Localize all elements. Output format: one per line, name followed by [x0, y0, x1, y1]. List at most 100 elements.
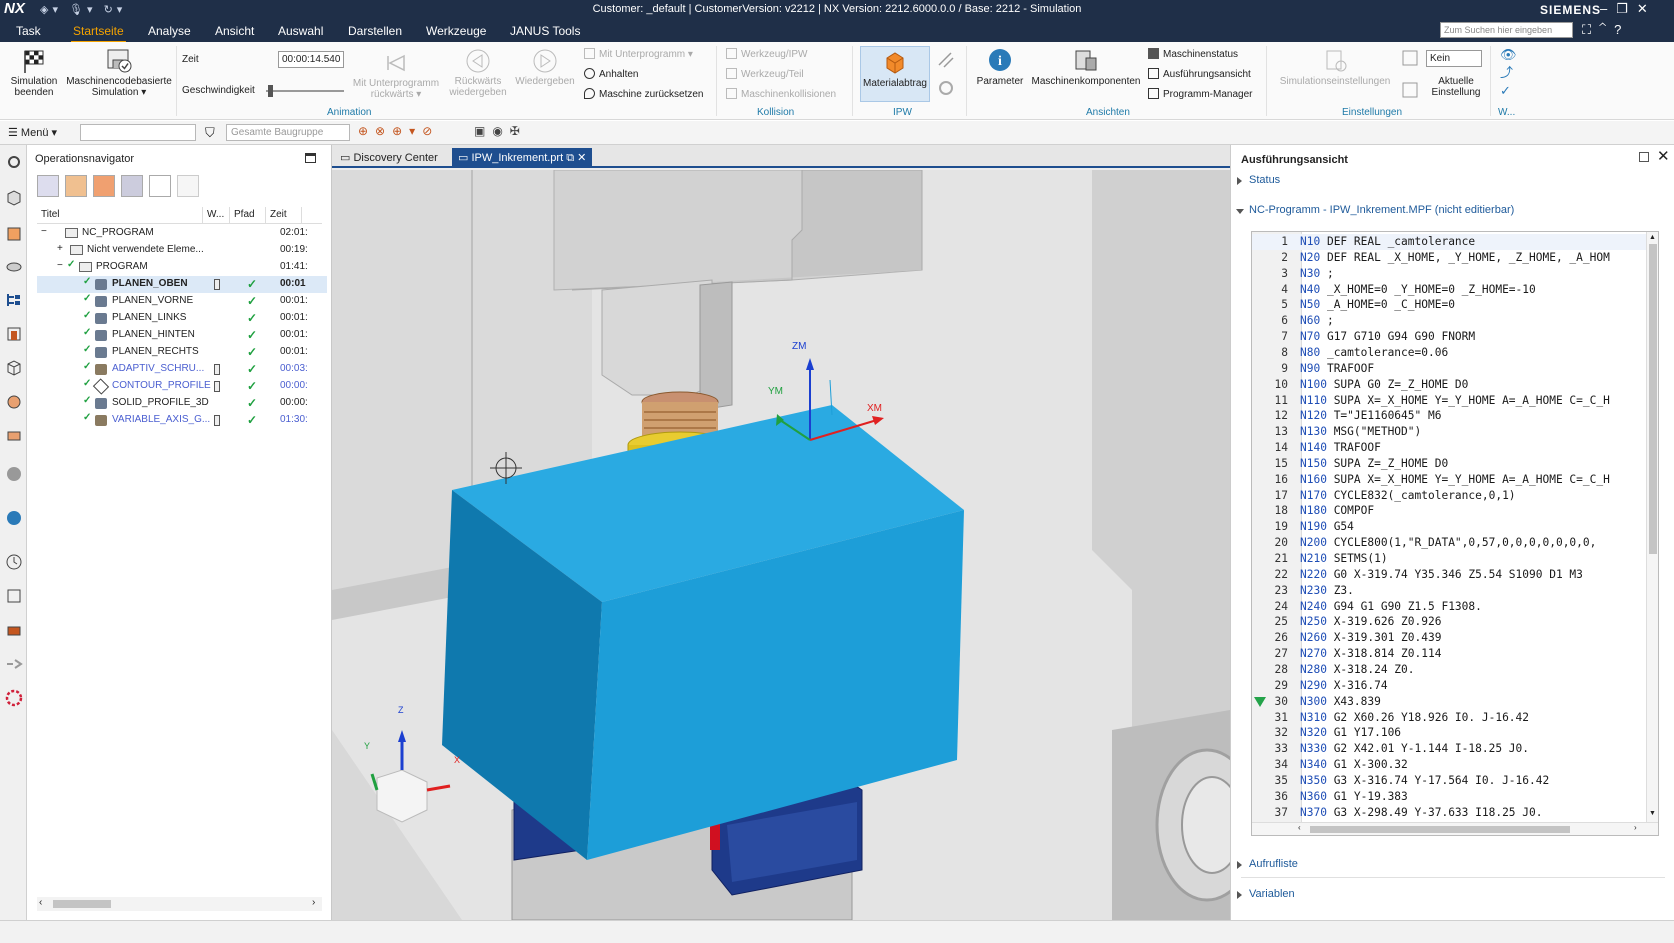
- simulationseinstellungen-button[interactable]: Simulationseinstellungen: [1272, 48, 1398, 87]
- scroll-thumb[interactable]: [53, 900, 111, 908]
- scroll-down-icon[interactable]: ▼: [1649, 810, 1656, 817]
- code-line[interactable]: 21 N210 SETMS(1): [1252, 551, 1647, 567]
- code-line[interactable]: 5 N50 _A_HOME=0 _C_HOME=0: [1252, 297, 1647, 313]
- code-line[interactable]: 9 N90 TRAFOOF: [1252, 361, 1647, 377]
- code-line[interactable]: 11 N110 SUPA X=_X_HOME Y=_Y_HOME A=_A_HOM…: [1252, 393, 1647, 409]
- status-section[interactable]: Status: [1236, 174, 1280, 186]
- scroll-right-icon[interactable]: ›: [312, 897, 315, 908]
- search-input[interactable]: Zum Suchen hier eingeben: [1440, 22, 1573, 38]
- tree-row[interactable]: − ✓ PROGRAM 01:41:: [37, 259, 327, 276]
- tab-darstellen[interactable]: Darstellen: [348, 24, 402, 38]
- geometry-view-icon[interactable]: [93, 175, 115, 197]
- col-zeit[interactable]: Zeit: [266, 207, 302, 223]
- code-line[interactable]: 29 N290 X-316.74: [1252, 678, 1647, 694]
- filter-icon[interactable]: ⛉: [205, 125, 215, 141]
- tree-row[interactable]: ✓ PLANEN_VORNE ✓ 00:01:: [37, 293, 327, 310]
- maximize-icon[interactable]: [305, 153, 316, 163]
- menubar-icons[interactable]: ⛶⌃?: [1582, 22, 1629, 38]
- process-icon[interactable]: [5, 427, 23, 445]
- code-line[interactable]: 1 N10 DEF REAL _camtolerance: [1252, 234, 1647, 250]
- code-line[interactable]: 2 N20 DEF REAL _X_HOME, _Y_HOME, _Z_HOME,…: [1252, 250, 1647, 266]
- materialabtrag-button[interactable]: Materialabtrag: [860, 46, 930, 102]
- fixture-icon[interactable]: [5, 621, 23, 639]
- tree-row[interactable]: ✓ VARIABLE_AXIS_G... ✓ 01:30:: [37, 412, 327, 429]
- tree-row[interactable]: + Nicht verwendete Eleme... 00:19:: [37, 242, 327, 259]
- info-icon[interactable]: [5, 465, 23, 483]
- code-line[interactable]: 31 N310 G2 X60.26 Y18.926 I0. J-16.42: [1252, 710, 1647, 726]
- tab-janus-tools[interactable]: JANUS Tools: [510, 24, 580, 38]
- tree-row[interactable]: ✓ CONTOUR_PROFILE ✓ 00:00:: [37, 378, 327, 395]
- col-titel[interactable]: Titel: [37, 207, 203, 223]
- rueckwaerts-button[interactable]: Rückwärts wiedergeben: [446, 48, 510, 98]
- code-line[interactable]: 36 N360 G1 Y-19.383: [1252, 789, 1647, 805]
- wiedergeben-button[interactable]: Wiedergeben: [514, 48, 576, 87]
- code-line[interactable]: 10 N100 SUPA G0 Z=_Z_HOME D0: [1252, 377, 1647, 393]
- nc-code-view[interactable]: 1 N10 DEF REAL _camtolerance 2 N20 DEF REAL…: [1251, 231, 1659, 836]
- expand-icon[interactable]: +: [57, 243, 63, 254]
- tab-werkzeuge[interactable]: Werkzeuge: [426, 24, 486, 38]
- code-line[interactable]: 18 N180 COMPOF: [1252, 503, 1647, 519]
- code-line[interactable]: 26 N260 X-319.301 Z0.439: [1252, 630, 1647, 646]
- filter-dropdown[interactable]: [80, 124, 196, 141]
- parameter-button[interactable]: i Parameter: [972, 48, 1028, 87]
- code-line[interactable]: 25 N250 X-319.626 Z0.926: [1252, 614, 1647, 630]
- aufrufliste-section[interactable]: Aufrufliste: [1237, 858, 1298, 870]
- ausfuehrungsansicht-button[interactable]: Ausführungsansicht: [1148, 68, 1251, 80]
- create-operation-icon[interactable]: [149, 175, 171, 197]
- tab-discovery-center[interactable]: ▭ Discovery Center: [334, 148, 444, 168]
- code-line[interactable]: 8 N80 _camtolerance=0.06: [1252, 345, 1647, 361]
- tree-row[interactable]: − NC_PROGRAM 02:01:: [37, 225, 327, 242]
- tree-row[interactable]: ✓ PLANEN_LINKS ✓ 00:01:: [37, 310, 327, 327]
- code-line[interactable]: 33 N330 G2 X42.01 Y-1.144 I-18.25 J0.: [1252, 741, 1647, 757]
- zeit-field[interactable]: 00:00:14.540: [278, 51, 344, 68]
- tab-startseite[interactable]: Startseite: [71, 24, 126, 43]
- code-line[interactable]: 30 N300 X43.839: [1252, 694, 1647, 710]
- werkzeug-teil-button[interactable]: Werkzeug/Teil: [726, 68, 804, 80]
- scroll-right-icon[interactable]: ›: [1634, 823, 1637, 832]
- code-line[interactable]: 3 N30 ;: [1252, 266, 1647, 282]
- mit-unterprogramm-button[interactable]: Mit Unterprogramm ▾: [584, 48, 693, 60]
- web-browser-icon[interactable]: [5, 509, 23, 527]
- code-line[interactable]: 34 N340 G1 X-300.32: [1252, 757, 1647, 773]
- werkzeug-ipw-button[interactable]: Werkzeug/IPW: [726, 48, 808, 60]
- code-line[interactable]: 13 N130 MSG("METHOD"): [1252, 424, 1647, 440]
- program-order-view-icon[interactable]: [37, 175, 59, 197]
- nc-program-section[interactable]: NC-Programm - IPW_Inkrement.MPF (nicht e…: [1235, 204, 1514, 216]
- code-line[interactable]: 14 N140 TRAFOOF: [1252, 440, 1647, 456]
- tab-task[interactable]: Task: [16, 24, 41, 38]
- code-line[interactable]: 4 N40 _X_HOME=0 _Y_HOME=0 _Z_HOME=-10: [1252, 282, 1647, 298]
- w-group-icons[interactable]: 👁 ⤴ ✓: [1500, 46, 1517, 106]
- machine-builder-icon[interactable]: [5, 587, 23, 605]
- scroll-thumb[interactable]: [1310, 826, 1570, 833]
- siemens-flower-icon[interactable]: [5, 689, 23, 707]
- code-line[interactable]: 7 N70 G17 G710 G94 G90 FNORM: [1252, 329, 1647, 345]
- code-line[interactable]: 28 N280 X-318.24 Z0.: [1252, 662, 1647, 678]
- opnav-hscrollbar[interactable]: ‹ ›: [37, 897, 322, 911]
- window-controls[interactable]: –❐✕: [1600, 1, 1657, 17]
- programm-manager-button[interactable]: Programm-Manager: [1148, 88, 1252, 100]
- tree-row[interactable]: ✓ ADAPTIV_SCHRU... ✓ 00:03:: [37, 361, 327, 378]
- scroll-thumb[interactable]: [1649, 244, 1657, 554]
- code-line[interactable]: 15 N150 SUPA Z=_Z_HOME D0: [1252, 456, 1647, 472]
- code-line[interactable]: 23 N230 Z3.: [1252, 583, 1647, 599]
- code-line[interactable]: 22 N220 G0 X-319.74 Y35.346 Z5.54 S1090 D…: [1252, 567, 1647, 583]
- tree-row[interactable]: ✓ PLANEN_HINTEN ✓ 00:01:: [37, 327, 327, 344]
- kein-field[interactable]: Kein: [1426, 50, 1482, 67]
- scroll-up-icon[interactable]: ▲: [1649, 234, 1656, 241]
- code-hscrollbar[interactable]: ‹ ›: [1252, 822, 1658, 835]
- col-werkzeug[interactable]: W...: [203, 207, 230, 223]
- anhalten-button[interactable]: Anhalten: [584, 68, 638, 80]
- code-line[interactable]: 32 N320 G1 Y17.106: [1252, 725, 1647, 741]
- close-icon[interactable]: ✕: [1657, 147, 1670, 165]
- code-line[interactable]: 12 N120 T="JE1160645" M6: [1252, 408, 1647, 424]
- scroll-left-icon[interactable]: ‹: [39, 897, 42, 908]
- code-line[interactable]: 6 N60 ;: [1252, 313, 1647, 329]
- code-line[interactable]: 17 N170 CYCLE832(_camtolerance,0,1): [1252, 488, 1647, 504]
- maschine-zuruecksetzen-button[interactable]: Maschine zurücksetzen: [584, 88, 704, 100]
- code-line[interactable]: 24 N240 G94 G1 G90 Z1.5 F1308.: [1252, 599, 1647, 615]
- operation-navigator-icon[interactable]: [5, 291, 23, 309]
- gear-icon[interactable]: [5, 153, 23, 171]
- maschinenkomponenten-button[interactable]: Maschinenkomponenten: [1028, 48, 1144, 87]
- maschinenstatus-button[interactable]: Maschinenstatus: [1148, 48, 1238, 60]
- restore-icon[interactable]: [1639, 152, 1649, 162]
